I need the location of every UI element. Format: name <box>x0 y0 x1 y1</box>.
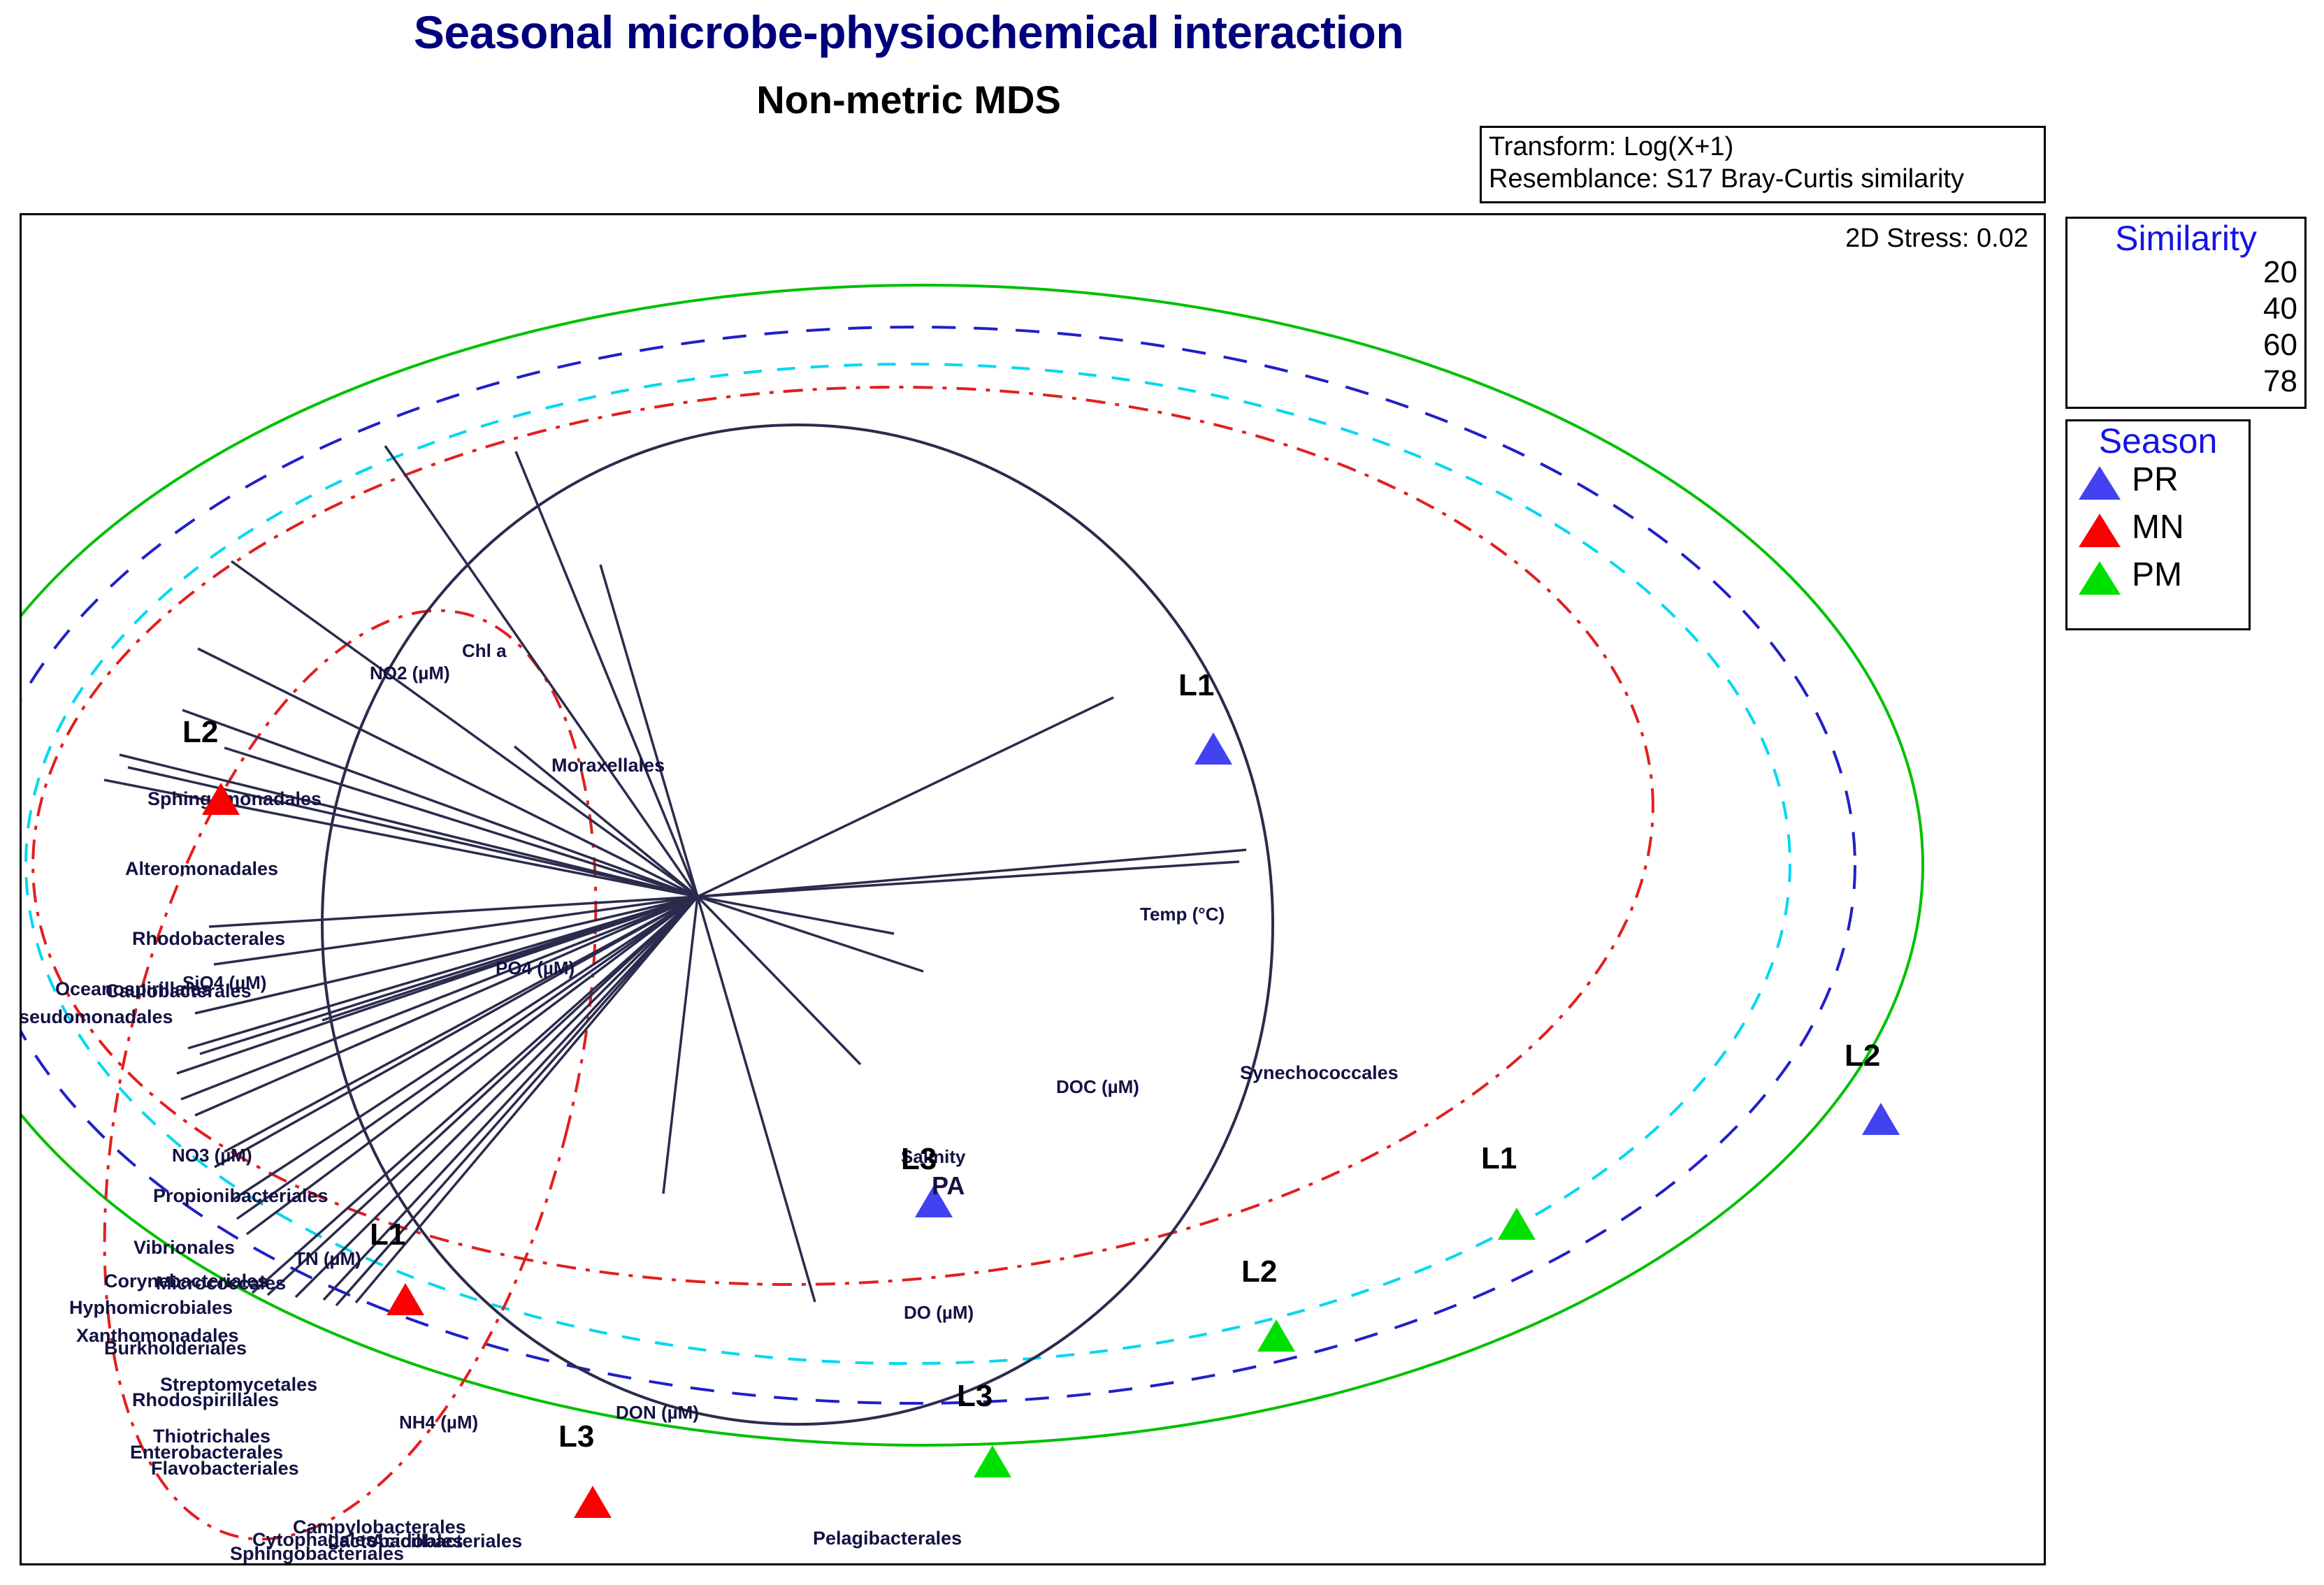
sample-marker-pm-l1[interactable] <box>1498 1208 1536 1240</box>
season-legend: Season PR MN PM <box>2065 419 2251 630</box>
sample-marker-mn-l1[interactable] <box>387 1283 424 1315</box>
sample-label-pr-l2: L2 <box>1845 1038 1881 1073</box>
page-title: Seasonal microbe-physiochemical interact… <box>413 6 1404 58</box>
sample-label-pm-l1: L1 <box>1481 1141 1517 1175</box>
mds-plot-svg <box>22 284 1924 1541</box>
sample-label-mn-l2: L2 <box>182 715 219 749</box>
transform-info-box: Transform: Log(X+1) Resemblance: S17 Bra… <box>1480 126 2046 203</box>
contour-78 <box>31 386 1654 1286</box>
plot-label-sio4: SiO4 (µM) <box>182 972 267 993</box>
similarity-value-40: 40 <box>2263 291 2297 326</box>
transform-line: Transform: Log(X+1) <box>1489 132 1734 161</box>
similarity-legend-title: Similarity <box>2115 219 2257 258</box>
pa-vector-label: PA <box>932 1171 965 1200</box>
season-label-mn: MN <box>2132 509 2184 546</box>
season-swatch-mn <box>2079 514 2121 547</box>
similarity-legend-row-40: 40 <box>2067 291 2304 326</box>
plot-label-do: DO (µM) <box>904 1302 974 1323</box>
plot-label-moraxellales: Moraxellales <box>551 755 665 776</box>
sample-marker-mn-l2[interactable] <box>202 783 240 815</box>
plot-label-don: DON (µM) <box>616 1402 699 1423</box>
sample-label-pr-l1: L1 <box>1178 668 1215 702</box>
plot-label-micrococcales: Micrococcales <box>156 1273 287 1294</box>
plot-label-vibrionales: Vibrionales <box>133 1237 236 1258</box>
plot-label-no2: NO2 (µM) <box>370 663 450 683</box>
plot-label-pseudomonadales: Pseudomonadales <box>20 1006 173 1027</box>
sample-marker-pm-l2[interactable] <box>1257 1319 1295 1352</box>
vector-DON <box>662 896 699 1194</box>
vector-Sphingobacteriales <box>251 895 699 1294</box>
contour-78-inner <box>103 609 598 1541</box>
plot-label-burkholderiales: Burkholderiales <box>104 1338 247 1359</box>
season-label-pr: PR <box>2132 461 2179 498</box>
similarity-value-60: 60 <box>2263 328 2297 362</box>
sample-label-mn-l1: L1 <box>370 1217 406 1252</box>
plot-label-tn: TN (µM) <box>294 1248 361 1269</box>
plot-label-hyphomicrobiales: Hyphomicrobiales <box>69 1297 233 1318</box>
similarity-legend-row-78: 78 <box>2067 364 2304 398</box>
plot-label-chla: Chl a <box>462 640 507 661</box>
vector-Flavobacteriales <box>245 895 699 1236</box>
plot-label-sphingobacteriales: Sphingobacteriales <box>230 1543 405 1564</box>
plot-label-doc: DOC (µM) <box>1056 1076 1139 1097</box>
season-swatch-pm <box>2079 561 2121 595</box>
similarity-value-20: 20 <box>2263 255 2297 289</box>
season-swatch-pr <box>2079 466 2121 500</box>
similarity-legend-row-20: 20 <box>2067 255 2304 289</box>
plot-label-flavobacteriales: Flavobacteriales <box>151 1458 299 1479</box>
vector-Cytophagales <box>266 895 699 1296</box>
plot-label-nh4: NH4 (µM) <box>399 1412 479 1433</box>
vector-Rhodospirillales <box>214 895 698 1168</box>
similarity-legend: Similarity 20 40 60 78 <box>2065 217 2307 409</box>
season-legend-row-pm: PM <box>2067 556 2249 600</box>
sample-marker-pr-l1[interactable] <box>1195 732 1232 765</box>
resemblance-line: Resemblance: S17 Bray-Curtis similarity <box>1489 164 1964 194</box>
vector-Moraxellales <box>599 564 699 897</box>
sample-marker-pm-l3[interactable] <box>974 1445 1011 1477</box>
mds-plot-area: 2D Stress: 0.02 NO2 (µM) Chl a Moraxella… <box>20 213 2046 1565</box>
vector-Thiotrichales <box>231 895 698 1202</box>
sample-envelope <box>321 424 1274 1426</box>
vector-Sphingomonadales <box>230 560 699 898</box>
plot-label-no3: NO3 (µM) <box>172 1145 252 1166</box>
plot-label-rhodospirillales: Rhodospirillales <box>132 1389 280 1410</box>
plot-label-propionibacteriales: Propionibacteriales <box>153 1185 329 1206</box>
vector-DOC <box>697 860 1240 898</box>
sample-label-pm-l3: L3 <box>957 1379 993 1413</box>
similarity-value-78: 78 <box>2263 364 2297 398</box>
page-subtitle: Non-metric MDS <box>756 78 1061 122</box>
similarity-contours <box>22 284 1924 1541</box>
sample-label-pm-l2: L2 <box>1241 1254 1278 1289</box>
plot-label-synechococcales: Synechococcales <box>1240 1062 1399 1083</box>
sample-marker-mn-l3[interactable] <box>574 1486 612 1518</box>
season-legend-row-pr: PR <box>2067 461 2249 505</box>
plot-label-rhodobacterales: Rhodobacterales <box>132 928 286 949</box>
contour-40 <box>22 326 1856 1405</box>
season-label-pm: PM <box>2132 556 2182 593</box>
sample-label-mn-l3: L3 <box>558 1419 595 1454</box>
season-legend-title: Season <box>2098 421 2218 461</box>
plot-label-pelagibacterales: Pelagibacterales <box>813 1528 962 1549</box>
plot-label-temp: Temp (°C) <box>1140 904 1225 925</box>
sample-marker-pr-l2[interactable] <box>1862 1103 1900 1135</box>
season-legend-row-mn: MN <box>2067 509 2249 553</box>
vector-Propionibacteriales <box>213 895 698 966</box>
plot-label-po4: PO4 (µM) <box>496 957 575 978</box>
similarity-legend-row-60: 60 <box>2067 328 2304 362</box>
plot-label-alteromonadales: Alteromonadales <box>125 858 279 879</box>
